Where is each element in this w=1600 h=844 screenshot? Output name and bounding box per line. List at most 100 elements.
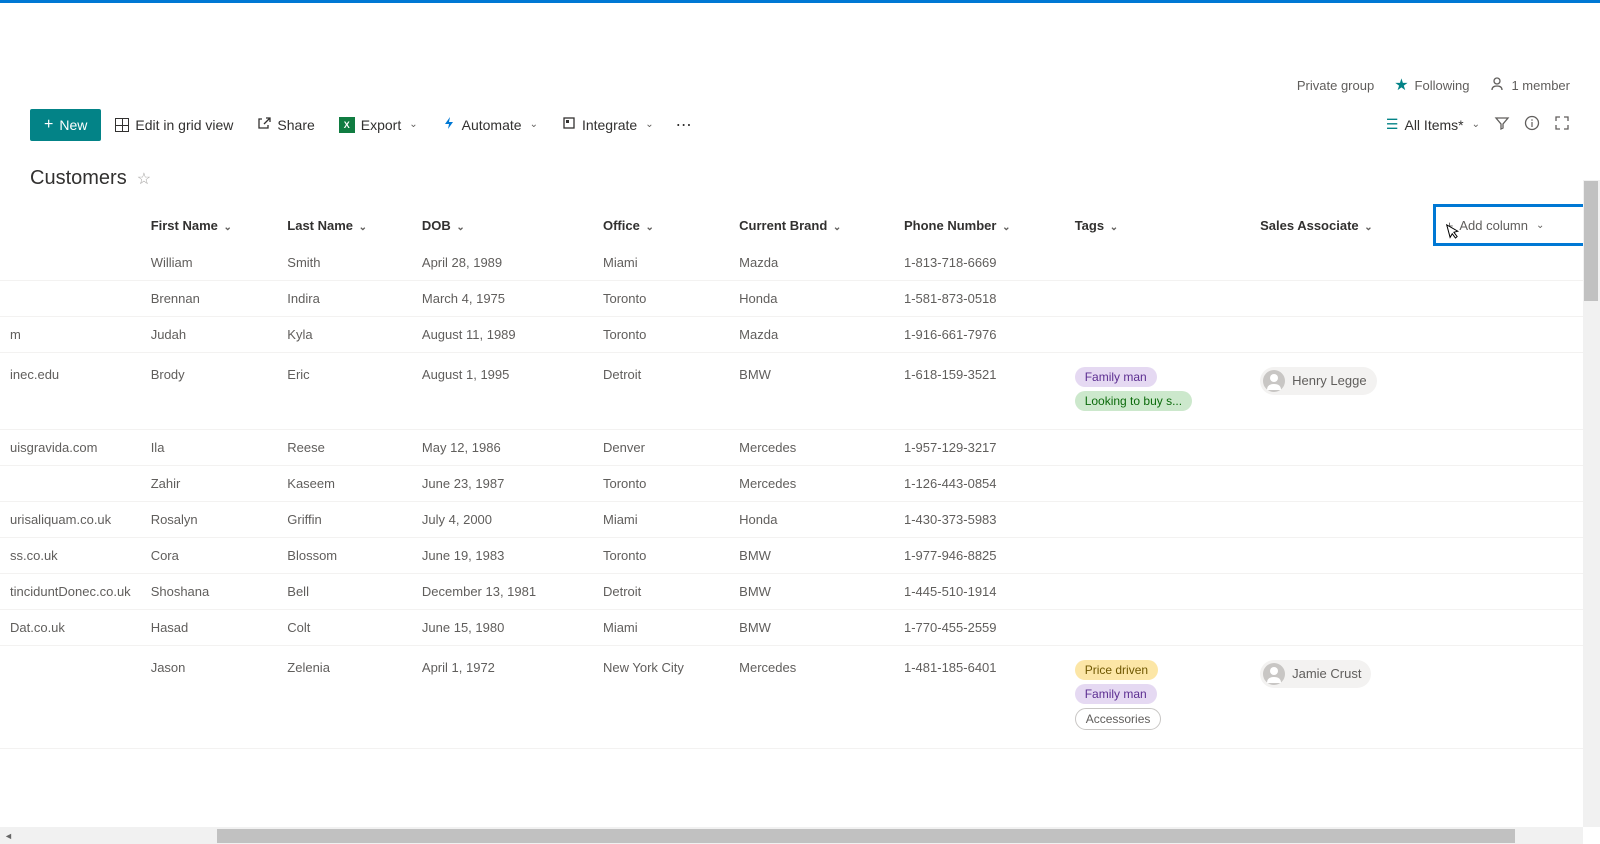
cell: 1-770-455-2559 xyxy=(894,609,1065,645)
cell: Reese xyxy=(277,429,412,465)
cell: Brody xyxy=(141,352,278,429)
table-row[interactable]: JasonZeleniaApril 1, 1972New York CityMe… xyxy=(0,645,1599,748)
following-toggle[interactable]: ★ Following xyxy=(1394,75,1469,95)
cell xyxy=(1434,280,1598,316)
tag-pill[interactable]: Accessories xyxy=(1075,708,1162,730)
cell: Toronto xyxy=(593,280,729,316)
excel-icon: X xyxy=(339,117,355,133)
expand-icon[interactable] xyxy=(1554,115,1570,134)
column-phone[interactable]: Phone Number ⌄ xyxy=(894,206,1065,245)
cell: December 13, 1981 xyxy=(412,573,593,609)
cell: Eric xyxy=(277,352,412,429)
view-name: All Items* xyxy=(1404,117,1463,133)
table-row[interactable]: ZahirKaseemJune 23, 1987TorontoMercedes1… xyxy=(0,465,1599,501)
chevron-down-icon: ⌄ xyxy=(359,222,367,233)
share-icon xyxy=(257,116,271,133)
person-pill[interactable]: Jamie Crust xyxy=(1260,660,1371,688)
table-row[interactable]: WilliamSmithApril 28, 1989MiamiMazda1-81… xyxy=(0,245,1599,281)
share-button[interactable]: Share xyxy=(247,109,324,140)
table-row[interactable]: inec.eduBrodyEricAugust 1, 1995DetroitBM… xyxy=(0,352,1599,429)
scrollbar-thumb[interactable] xyxy=(217,829,1515,843)
column-dob[interactable]: DOB ⌄ xyxy=(412,206,593,245)
favorite-toggle[interactable]: ☆ xyxy=(137,169,151,189)
vertical-scrollbar[interactable] xyxy=(1583,180,1600,827)
cell: Mercedes xyxy=(729,465,894,501)
cell: Cora xyxy=(141,537,278,573)
column-tags[interactable]: Tags ⌄ xyxy=(1065,206,1250,245)
cell: 1-581-873-0518 xyxy=(894,280,1065,316)
column-sales-associate[interactable]: Sales Associate ⌄ xyxy=(1250,206,1434,245)
column-office[interactable]: Office ⌄ xyxy=(593,206,729,245)
cell xyxy=(1434,501,1598,537)
associate-cell xyxy=(1250,429,1434,465)
add-column-button[interactable]: + Add column ⌄ xyxy=(1434,206,1598,245)
tags-cell xyxy=(1065,573,1250,609)
cell: BMW xyxy=(729,609,894,645)
cell: Miami xyxy=(593,245,729,281)
column-first-name[interactable]: First Name ⌄ xyxy=(141,206,278,245)
table-row[interactable]: mJudahKylaAugust 11, 1989TorontoMazda1-9… xyxy=(0,316,1599,352)
star-filled-icon: ★ xyxy=(1394,75,1408,95)
more-actions-button[interactable]: ⋯ xyxy=(668,111,700,139)
tag-pill[interactable]: Family man xyxy=(1075,367,1157,387)
scrollbar-thumb[interactable] xyxy=(1584,181,1598,301)
tag-pill[interactable]: Looking to buy s... xyxy=(1075,391,1192,411)
chevron-down-icon: ⌄ xyxy=(1364,222,1372,233)
cell: Kaseem xyxy=(277,465,412,501)
table-row[interactable]: uisgravida.comIlaReeseMay 12, 1986Denver… xyxy=(0,429,1599,465)
plus-icon: + xyxy=(44,116,53,134)
table-row[interactable]: ss.co.ukCoraBlossomJune 19, 1983TorontoB… xyxy=(0,537,1599,573)
associate-cell xyxy=(1250,537,1434,573)
cell: BMW xyxy=(729,352,894,429)
tags-cell xyxy=(1065,429,1250,465)
table-row[interactable]: urisaliquam.co.ukRosalynGriffinJuly 4, 2… xyxy=(0,501,1599,537)
private-group-label: Private group xyxy=(1297,78,1374,93)
column-current-brand[interactable]: Current Brand ⌄ xyxy=(729,206,894,245)
tags-cell xyxy=(1065,537,1250,573)
cell: Colt xyxy=(277,609,412,645)
tag-pill[interactable]: Family man xyxy=(1075,684,1157,704)
following-label: Following xyxy=(1415,78,1470,93)
chevron-down-icon: ⌄ xyxy=(1536,220,1544,231)
avatar xyxy=(1263,663,1285,685)
chevron-down-icon: ⌄ xyxy=(1472,119,1480,130)
person-icon xyxy=(1489,76,1505,95)
view-selector[interactable]: ☰ All Items* ⌄ xyxy=(1386,116,1480,133)
cell: Hasad xyxy=(141,609,278,645)
cell: Indira xyxy=(277,280,412,316)
cell xyxy=(1434,429,1598,465)
cell: Blossom xyxy=(277,537,412,573)
info-icon[interactable] xyxy=(1524,115,1540,134)
cell: uisgravida.com xyxy=(0,429,141,465)
scroll-left-arrow[interactable]: ◄ xyxy=(0,827,17,844)
person-pill[interactable]: Henry Legge xyxy=(1260,367,1376,395)
cell: 1-445-510-1914 xyxy=(894,573,1065,609)
filter-icon[interactable] xyxy=(1494,115,1510,134)
cell: BMW xyxy=(729,573,894,609)
cell: m xyxy=(0,316,141,352)
members-info[interactable]: 1 member xyxy=(1489,76,1570,95)
table-row[interactable]: BrennanIndiraMarch 4, 1975TorontoHonda1-… xyxy=(0,280,1599,316)
new-button[interactable]: + New xyxy=(30,109,101,141)
cell: Zahir xyxy=(141,465,278,501)
column-email[interactable] xyxy=(0,206,141,245)
integrate-button[interactable]: Integrate ⌄ xyxy=(552,109,664,140)
cell xyxy=(1434,245,1598,281)
command-toolbar: + New Edit in grid view Share X Export ⌄… xyxy=(0,103,1600,147)
cell: August 1, 1995 xyxy=(412,352,593,429)
table-row[interactable]: Dat.co.ukHasadColtJune 15, 1980MiamiBMW1… xyxy=(0,609,1599,645)
cell xyxy=(1434,573,1598,609)
cell: Toronto xyxy=(593,316,729,352)
cell: Toronto xyxy=(593,465,729,501)
cell xyxy=(1434,352,1598,429)
column-last-name[interactable]: Last Name ⌄ xyxy=(277,206,412,245)
edit-grid-label: Edit in grid view xyxy=(135,117,233,133)
export-button[interactable]: X Export ⌄ xyxy=(329,110,428,140)
table-row[interactable]: tinciduntDonec.co.ukShoshanaBellDecember… xyxy=(0,573,1599,609)
tags-cell: Price driven Family man Accessories xyxy=(1065,645,1250,748)
horizontal-scrollbar[interactable]: ◄ xyxy=(0,827,1583,844)
tag-pill[interactable]: Price driven xyxy=(1075,660,1158,680)
cell: Shoshana xyxy=(141,573,278,609)
edit-grid-button[interactable]: Edit in grid view xyxy=(105,110,243,140)
automate-button[interactable]: Automate ⌄ xyxy=(432,109,548,140)
